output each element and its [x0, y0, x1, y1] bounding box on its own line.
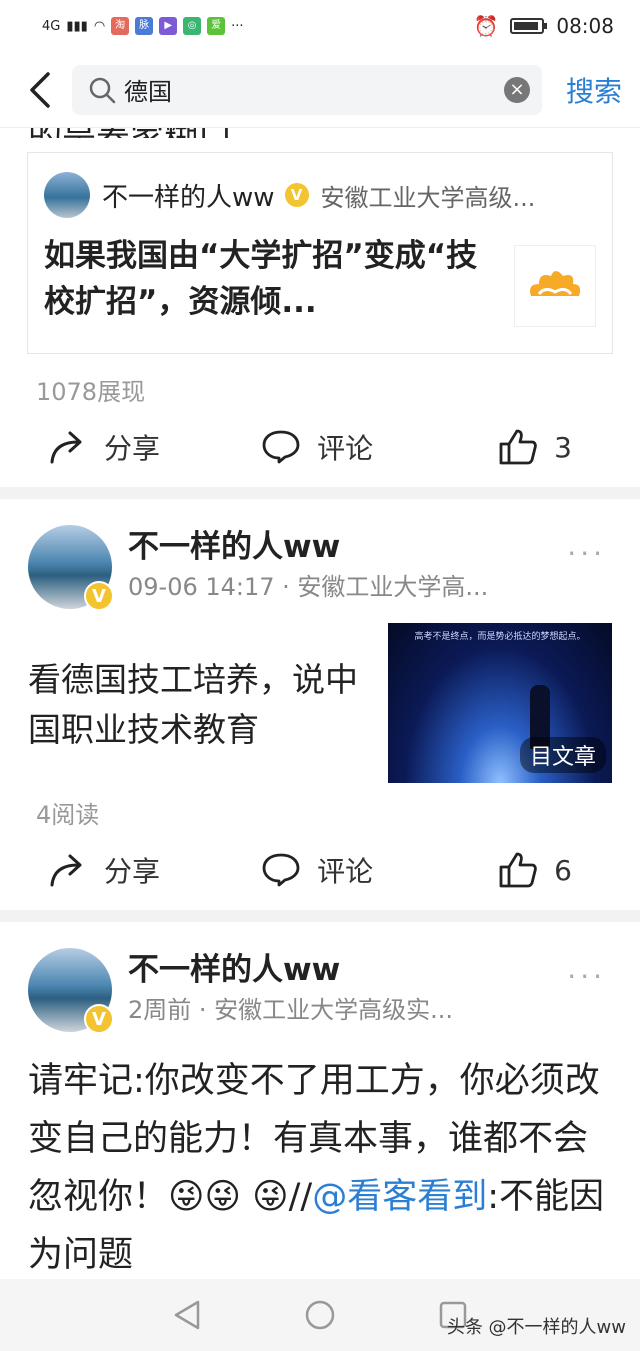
comment-label: 评论: [317, 855, 374, 888]
verified-icon: V: [84, 1004, 114, 1034]
post-card[interactable]: V 不一样的人ww 2周前 · 安徽工业大学高级实... ··· 请牢记:你改变…: [0, 922, 640, 1279]
post-meta-line: 2周前 · 安徽工业大学高级实...: [128, 996, 454, 1024]
post-header: V 不一样的人ww 09-06 14:17 · 安徽工业大学高...: [28, 525, 612, 611]
status-bar: 4G ▮▮▮ ◠ 淘 脉 ▶ ◎ 爱 ··· ⏰ 08:08: [0, 0, 640, 52]
comment-label: 评论: [317, 432, 374, 465]
avatar[interactable]: V: [28, 948, 114, 1034]
comment-button[interactable]: 评论: [261, 427, 498, 467]
more-notifications-icon: ···: [231, 18, 244, 34]
quoted-author-row: 不一样的人ww V 安徽工业大学高级...: [44, 171, 596, 219]
battery-icon: [510, 18, 548, 34]
thumbs-up-icon: [499, 852, 537, 888]
verified-icon: V: [84, 581, 114, 611]
read-count: 4阅读: [36, 801, 100, 829]
post-actions: 分享 评论 3: [0, 407, 640, 487]
like-count: 3: [554, 430, 572, 464]
avatar[interactable]: V: [28, 525, 114, 611]
more-options-icon[interactable]: ···: [567, 960, 606, 993]
status-right: ⏰ 08:08: [473, 14, 614, 38]
app-icon: 脉: [135, 17, 154, 35]
network-indicator: 4G: [42, 18, 61, 34]
like-button[interactable]: 3: [498, 428, 592, 466]
clock: 08:08: [556, 14, 614, 38]
avatar: [44, 172, 90, 218]
post-meta-line: 09-06 14:17 · 安徽工业大学高...: [128, 573, 489, 601]
share-button[interactable]: 分享: [48, 427, 261, 467]
impression-count: 1078展现: [36, 378, 146, 406]
watermark: 头条 @不一样的人ww: [446, 1317, 626, 1338]
feed[interactable]: 的是养家糊口， 不一样的人ww V 安徽工业大学高级... 如果我国由“大学扩招…: [0, 128, 640, 1279]
triangle-back-icon: [174, 1300, 199, 1330]
app-icon: ◎: [183, 17, 202, 35]
system-nav-bar: 头条 @不一样的人ww: [0, 1279, 640, 1351]
back-button[interactable]: [22, 60, 58, 120]
chevron-left-icon: [30, 71, 50, 108]
article-thumbnail: 高考不是终点，而是势必抵达的梦想起点。 目文章: [388, 623, 612, 783]
share-label: 分享: [104, 432, 161, 465]
cloud-logo-icon: [514, 245, 596, 327]
circle-home-icon: [305, 1300, 335, 1330]
quoted-author-name: 不一样的人ww: [102, 182, 275, 213]
post-text-fragment: 的是养家糊口，: [0, 128, 640, 138]
app-icon: 爱: [207, 17, 226, 35]
quoted-article-card[interactable]: 不一样的人ww V 安徽工业大学高级... 如果我国由“大学扩招”变成“技校扩招…: [27, 152, 613, 354]
author-name[interactable]: 不一样的人ww: [128, 948, 612, 992]
search-box[interactable]: ×: [72, 64, 542, 115]
post-body-prefix: 😜//: [252, 1177, 313, 1217]
app-icon: 淘: [111, 17, 130, 35]
search-input[interactable]: [124, 75, 504, 104]
thumbs-up-icon: [499, 429, 537, 465]
author-name[interactable]: 不一样的人ww: [128, 525, 612, 569]
alarm-icon: ⏰: [473, 14, 499, 38]
divider: [0, 487, 640, 499]
nav-back-button[interactable]: [167, 1295, 207, 1335]
post-actions: 分享 评论 6: [0, 830, 640, 910]
status-left: 4G ▮▮▮ ◠ 淘 脉 ▶ ◎ 爱 ···: [42, 17, 244, 35]
thumbnail-caption: 高考不是终点，而是势必抵达的梦想起点。: [414, 632, 586, 642]
search-button[interactable]: 搜索: [566, 70, 622, 110]
comment-icon: [262, 853, 300, 887]
article-preview[interactable]: 看德国技工培养，说中国职业技术教育 高考不是终点，而是势必抵达的梦想起点。 目文…: [28, 623, 612, 783]
quoted-article-title: 如果我国由“大学扩招”变成“技校扩招”，资源倾...: [44, 238, 478, 320]
nav-home-button[interactable]: [300, 1295, 340, 1335]
comment-icon: [262, 430, 300, 464]
like-button[interactable]: 6: [498, 851, 592, 889]
mention-link[interactable]: @看客看到: [312, 1177, 487, 1217]
post-card[interactable]: V 不一样的人ww 09-06 14:17 · 安徽工业大学高... ··· 看…: [0, 499, 640, 783]
signal-icon: ▮▮▮: [66, 18, 88, 34]
share-icon: [50, 431, 82, 464]
quoted-author-org: 安徽工业大学高级...: [320, 183, 536, 212]
post-body[interactable]: 请牢记:你改变不了用工方，你必须改变自己的能力！有真本事，谁都不会忽视你！😜😜 …: [28, 1052, 612, 1279]
post-header: V 不一样的人ww 2周前 · 安徽工业大学高级实...: [28, 948, 612, 1034]
clear-icon[interactable]: ×: [503, 76, 530, 103]
app-icon: ▶: [159, 17, 178, 35]
more-options-icon[interactable]: ···: [567, 537, 606, 570]
wifi-icon: ◠: [93, 18, 106, 34]
share-icon: [50, 854, 82, 887]
divider: [0, 910, 640, 922]
share-label: 分享: [104, 855, 161, 888]
article-title: 看德国技工培养，说中国职业技术教育: [28, 660, 358, 749]
search-icon: [89, 77, 116, 103]
like-count: 6: [554, 853, 572, 887]
search-bar: × 搜索: [0, 52, 640, 128]
share-button[interactable]: 分享: [48, 850, 261, 890]
article-tag-label: 文章: [551, 745, 596, 770]
verified-icon: V: [284, 183, 309, 207]
document-icon: 目: [529, 745, 552, 770]
comment-button[interactable]: 评论: [261, 850, 498, 890]
article-tag: 目文章: [519, 737, 606, 773]
